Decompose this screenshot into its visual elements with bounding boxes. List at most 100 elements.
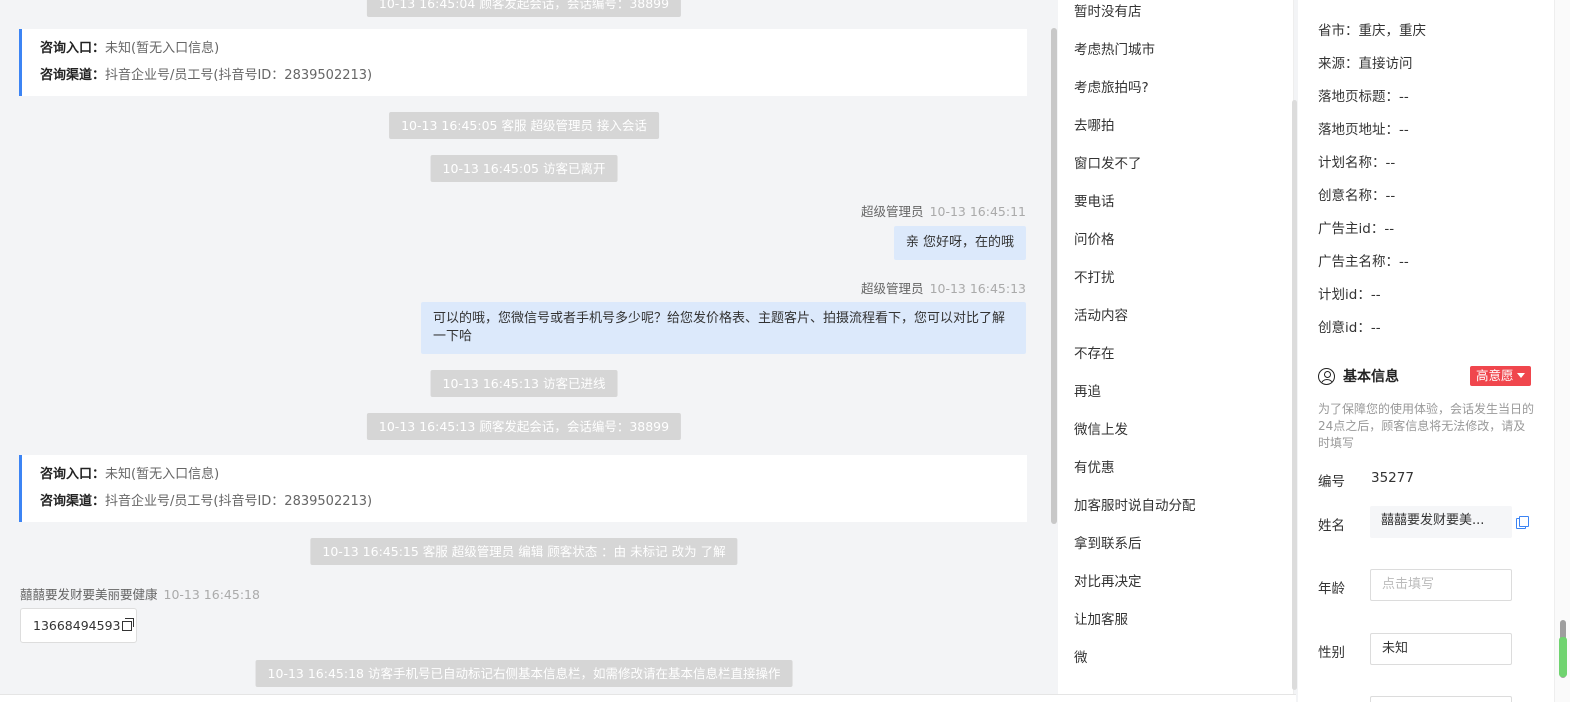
quick-reply-item[interactable]: 考虑热门城市	[1074, 38, 1155, 58]
quick-reply-item[interactable]: 有优惠	[1074, 456, 1115, 476]
info-value: --	[1385, 155, 1396, 171]
chat-scrollbar[interactable]	[1051, 28, 1057, 524]
quick-reply-item[interactable]: 对比再决定	[1074, 570, 1142, 590]
name-label: 姓名	[1318, 518, 1345, 534]
quick-reply-item[interactable]: 不存在	[1074, 342, 1115, 362]
consult-entry-label: 咨询入口：	[40, 41, 106, 56]
message-meta: 超级管理员 10-13 16:45:11	[861, 201, 1026, 220]
info-value: --	[1385, 188, 1396, 204]
chat-history[interactable]: 10-13 16:45:04 顾客发起会话，会话编号：38899 咨询入口：未知…	[0, 0, 1048, 694]
input-area-edge	[0, 694, 1296, 702]
message-sender: 超级管理员	[861, 281, 924, 296]
user-circle-icon	[1318, 367, 1335, 385]
info-value: --	[1399, 89, 1409, 105]
consult-entry-value: 未知(暂无入口信息)	[105, 41, 220, 56]
system-message-visitor-entered: 10-13 16:45:13 访客已进线	[430, 370, 618, 397]
quick-reply-item[interactable]: 再追	[1074, 380, 1101, 400]
intent-level-dropdown[interactable]: 高意愿	[1470, 366, 1531, 386]
quick-reply-item[interactable]: 去哪拍	[1074, 114, 1115, 134]
info-value: 重庆，重庆	[1358, 23, 1427, 39]
info-label: 广告主id：	[1318, 221, 1385, 237]
customer-id-value: 35277	[1371, 470, 1414, 486]
info-label: 落地页地址：	[1318, 122, 1399, 138]
gender-label: 性别	[1318, 645, 1345, 661]
info-row-creative-id: 创意id：--	[1318, 316, 1381, 336]
section-title-text: 基本信息	[1343, 369, 1399, 385]
info-row-plan-name: 计划名称：--	[1318, 151, 1395, 171]
info-value: --	[1399, 254, 1409, 270]
info-row-advertiser-id: 广告主id：--	[1318, 217, 1394, 237]
quick-reply-item[interactable]: 考虑旅拍吗?	[1074, 76, 1149, 96]
quick-reply-item[interactable]: 微	[1074, 646, 1088, 666]
quick-reply-item[interactable]: 问价格	[1074, 228, 1115, 248]
customer-phone-message[interactable]: 13668494593	[20, 608, 137, 643]
name-field[interactable]: 囍囍要发财要美...	[1370, 506, 1512, 538]
system-message-session-start: 10-13 16:45:04 顾客发起会话，会话编号：38899	[366, 0, 682, 17]
info-label: 落地页标题：	[1318, 89, 1399, 105]
customer-message-meta: 囍囍要发财要美丽要健康 10-13 16:45:18	[20, 584, 260, 603]
info-value: 直接访问	[1358, 56, 1413, 72]
info-row-advertiser-name: 广告主名称：--	[1318, 250, 1409, 270]
agent-message-bubble: 亲 您好呀，在的哦	[893, 226, 1026, 260]
message-meta: 超级管理员 10-13 16:45:13	[861, 278, 1026, 297]
info-label: 计划id：	[1318, 287, 1371, 303]
quick-reply-item[interactable]: 微信上发	[1074, 418, 1128, 438]
copy-icon[interactable]	[1516, 516, 1529, 529]
quick-reply-item[interactable]: 暂时没有店	[1074, 0, 1142, 20]
consult-entry-label: 咨询入口：	[40, 467, 106, 482]
consult-channel-label: 咨询渠道：	[40, 68, 106, 83]
message-time: 10-13 16:45:11	[929, 204, 1026, 219]
scroll-indicator	[1559, 637, 1567, 677]
system-message-status-change: 10-13 16:45:15 客服 超级管理员 编辑 顾客状态 ：由 未标记 改…	[310, 538, 738, 565]
quick-reply-item[interactable]: 不打扰	[1074, 266, 1115, 286]
gender-select[interactable]: 未知	[1370, 633, 1512, 665]
quick-reply-item[interactable]: 活动内容	[1074, 304, 1128, 324]
consult-info-card: 咨询入口：未知(暂无入口信息) 咨询渠道：抖音企业号/员工号(抖音号ID：283…	[19, 455, 1027, 522]
age-placeholder: 点击填写	[1382, 577, 1435, 592]
info-label: 计划名称：	[1318, 155, 1386, 171]
info-label: 广告主名称：	[1318, 254, 1399, 270]
customer-name: 囍囍要发财要美丽要健康	[20, 587, 158, 602]
copy-icon[interactable]	[122, 618, 135, 631]
caret-down-icon	[1516, 373, 1525, 378]
message-time: 10-13 16:45:18	[163, 587, 260, 602]
info-row-source: 来源：直接访问	[1318, 52, 1413, 72]
age-label: 年龄	[1318, 581, 1345, 597]
info-label: 省市：	[1318, 23, 1359, 39]
quick-reply-scrollbar[interactable]	[1292, 100, 1297, 690]
quick-reply-item[interactable]: 要电话	[1074, 190, 1115, 210]
system-message-visitor-left: 10-13 16:45:05 访客已离开	[430, 155, 618, 182]
info-row-plan-id: 计划id：--	[1318, 283, 1381, 303]
quick-reply-list[interactable]: 暂时没有店 考虑热门城市 考虑旅拍吗? 去哪拍 窗口发不了 要电话 问价格 不打…	[1058, 0, 1294, 694]
customer-info-panel: 省市：重庆，重庆 来源：直接访问 落地页标题：-- 落地页地址：-- 计划名称：…	[1298, 0, 1554, 702]
agent-message-bubble: 可以的哦，您微信号或者手机号多少呢？给您发价格表、主题客片、拍摄流程看下，您可以…	[421, 302, 1026, 354]
consult-channel-value: 抖音企业号/员工号(抖音号ID：2839502213)	[105, 494, 373, 509]
quick-reply-item[interactable]: 让加客服	[1074, 608, 1128, 628]
quick-reply-item[interactable]: 窗口发不了	[1074, 152, 1142, 172]
info-label: 创意名称：	[1318, 188, 1386, 204]
intent-level-value: 高意愿	[1476, 368, 1514, 383]
info-row-creative-name: 创意名称：--	[1318, 184, 1395, 204]
consult-channel-label: 咨询渠道：	[40, 494, 106, 509]
info-row-province: 省市：重庆，重庆	[1318, 19, 1426, 39]
consult-channel-value: 抖音企业号/员工号(抖音号ID：2839502213)	[105, 68, 373, 83]
phone-number: 13668494593	[33, 618, 121, 633]
message-sender: 超级管理员	[861, 204, 924, 219]
info-row-landing-title: 落地页标题：--	[1318, 85, 1409, 105]
age-input[interactable]: 点击填写	[1370, 569, 1512, 601]
quick-reply-item[interactable]: 拿到联系后	[1074, 532, 1142, 552]
consult-info-card: 咨询入口：未知(暂无入口信息) 咨询渠道：抖音企业号/员工号(抖音号ID：283…	[19, 29, 1027, 96]
next-field[interactable]	[1370, 696, 1512, 702]
info-value: --	[1370, 320, 1381, 336]
window-scrollbar[interactable]	[1554, 0, 1570, 702]
info-value: --	[1370, 287, 1381, 303]
info-label: 创意id：	[1318, 320, 1371, 336]
basic-info-section-title: 基本信息	[1318, 366, 1399, 386]
message-line: 可以的哦，您微信号或者手机号多少呢？给您发价格表、主题客片、拍摄流程看下，您可以…	[433, 311, 1006, 326]
info-label: 来源：	[1318, 56, 1359, 72]
quick-reply-item[interactable]: 加客服时说自动分配	[1074, 494, 1196, 514]
info-value: --	[1384, 221, 1395, 237]
customer-id-label: 编号	[1318, 474, 1345, 490]
info-value: --	[1399, 122, 1409, 138]
message-time: 10-13 16:45:13	[929, 281, 1026, 296]
